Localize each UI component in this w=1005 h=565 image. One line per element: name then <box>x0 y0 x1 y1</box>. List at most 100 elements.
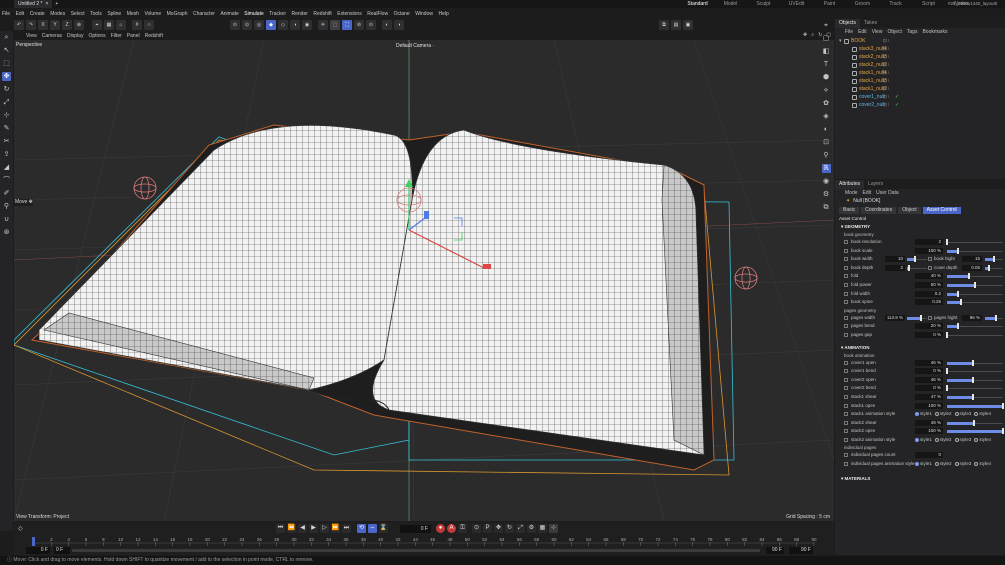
slider-knob[interactable] <box>960 299 962 306</box>
key-scale-icon[interactable]: ⤢ <box>516 524 525 533</box>
param-value[interactable]: 100 % <box>915 247 943 254</box>
camera-label[interactable]: Default Camera · <box>396 43 434 49</box>
coordinate-system-icon[interactable]: ⊕ <box>74 20 84 30</box>
target-icon[interactable]: ⊙ <box>366 20 376 30</box>
key-grid-icon[interactable]: ▦ <box>538 524 547 533</box>
param-slider[interactable] <box>947 242 1003 243</box>
menu-item[interactable]: Modes <box>50 11 65 17</box>
param-slider[interactable] <box>947 404 1003 408</box>
grid-icon[interactable]: # <box>132 20 142 30</box>
layout-tab[interactable]: Model <box>714 0 747 8</box>
axis-y-button[interactable]: Y <box>50 20 60 30</box>
object-row[interactable]: cover2_null ⊡ ⁝ ✓ <box>835 101 1005 109</box>
tab-attributes[interactable]: Attributes <box>835 180 865 189</box>
polygon-mode-icon[interactable]: ◇ <box>278 20 288 30</box>
style-radio[interactable]: style4 <box>974 461 991 466</box>
layout-tab[interactable]: Track <box>879 0 912 8</box>
style-radio[interactable]: style3 <box>954 411 971 416</box>
param-value[interactable]: 2 <box>885 264 905 271</box>
slider-knob[interactable] <box>957 290 960 297</box>
undo-icon[interactable]: ↶ <box>14 20 24 30</box>
param-value[interactable]: 0.05 <box>962 264 982 271</box>
object-name[interactable]: cover2_null <box>859 102 885 108</box>
render-settings-icon[interactable]: ⧉ <box>659 20 669 30</box>
animate-toggle[interactable] <box>844 315 848 320</box>
current-frame-field[interactable]: 0 F <box>400 525 431 533</box>
go-to-start-icon[interactable]: ⏮ <box>276 524 285 533</box>
pan-icon[interactable]: ✥ <box>803 32 807 38</box>
param-value[interactable]: 20 % <box>915 323 943 330</box>
start-frame-field[interactable]: 0 F <box>26 547 50 554</box>
param-value[interactable]: 46 % <box>915 359 943 366</box>
scene-icon[interactable]: ⚙ <box>822 190 831 199</box>
mograph-icon[interactable]: ✿ <box>822 99 831 108</box>
range-icon[interactable]: ⇔ <box>368 524 377 533</box>
key-point-icon[interactable]: ⊹ <box>549 524 558 533</box>
fps-icon[interactable]: ⌛ <box>379 524 388 533</box>
slider-knob[interactable] <box>987 264 990 271</box>
menu-item[interactable]: Help <box>438 11 448 17</box>
menu-item[interactable]: Volume <box>144 11 161 17</box>
viewport-menu-item[interactable]: Redshift <box>145 33 163 39</box>
param-value[interactable]: 0 % <box>915 331 943 338</box>
animate-toggle[interactable] <box>844 240 848 244</box>
object-row[interactable]: cover1_null ⊡ ⁝ ✓ <box>835 93 1005 101</box>
animate-toggle[interactable] <box>844 369 848 374</box>
go-to-end-icon[interactable]: ⏭ <box>342 524 351 533</box>
param-slider[interactable] <box>947 430 1003 434</box>
layout-tab[interactable]: Sculpt <box>747 0 780 8</box>
range-slider[interactable] <box>72 549 760 552</box>
timeline-ruler[interactable]: 0246810121416182022242628303234363840424… <box>24 536 824 546</box>
redshift-icon[interactable]: ℝ <box>821 164 831 173</box>
range-end-field[interactable]: 90 F <box>766 547 784 554</box>
param-value[interactable]: 0.25 <box>915 299 943 306</box>
param-value[interactable]: 50 % <box>915 281 943 288</box>
camera-icon[interactable]: ⊡ <box>822 138 831 147</box>
menu-item[interactable]: Extensions <box>337 11 361 17</box>
animate-toggle[interactable] <box>844 291 848 296</box>
attr-menu-item[interactable]: Mode <box>845 190 858 196</box>
menu-item[interactable]: Animate <box>220 11 238 17</box>
check-icon[interactable]: ✓ <box>895 94 899 100</box>
paint-icon[interactable]: ⚲ <box>2 202 11 211</box>
layout-tab[interactable]: Paint <box>813 0 846 8</box>
param-slider[interactable] <box>947 378 1003 382</box>
animate-toggle[interactable] <box>844 332 848 337</box>
subtab-asset-control[interactable]: Asset Control <box>922 207 961 214</box>
check-icon[interactable]: ✓ <box>895 102 899 108</box>
next-frame-icon[interactable]: ▷ <box>320 524 329 533</box>
slider-knob[interactable] <box>972 393 975 400</box>
param-slider[interactable] <box>947 301 1003 305</box>
subtab-object[interactable]: Object <box>898 207 921 214</box>
menu-item[interactable]: Render <box>292 11 308 17</box>
scale-icon[interactable]: ⤢ <box>2 98 11 107</box>
spline-pen-icon[interactable]: ✎ <box>2 124 11 133</box>
menu-item[interactable]: Tracker <box>269 11 286 17</box>
light-icon[interactable]: ☀ <box>318 20 328 30</box>
animate-toggle[interactable] <box>844 420 848 425</box>
sky-icon[interactable]: ◐ <box>822 125 831 134</box>
knife-icon[interactable]: ✂ <box>2 137 11 146</box>
subtab-coordinates[interactable]: Coordinates <box>861 207 897 214</box>
object-menu-item[interactable]: Object <box>887 29 901 35</box>
texture-mode-icon[interactable]: ◉ <box>302 20 312 30</box>
param-value[interactable]: 48 % <box>915 419 943 426</box>
slider-knob[interactable] <box>957 323 960 330</box>
menu-item[interactable]: Octane <box>394 11 410 17</box>
viewport-menu-item[interactable]: Cameras <box>42 33 62 39</box>
param-value[interactable]: 46 % <box>915 376 943 383</box>
animate-toggle[interactable] <box>928 315 932 320</box>
cube-solid-icon[interactable]: ◧ <box>822 47 831 56</box>
weld-icon[interactable]: ⊛ <box>2 228 11 237</box>
visibility-icon[interactable]: ⊡ ⁝ <box>883 70 889 76</box>
object-row[interactable]: stack1_null2 ⊡ ⁝ <box>835 85 1005 93</box>
render-queue-icon[interactable]: ▣ <box>683 20 693 30</box>
render-icon[interactable]: ◑ <box>394 20 404 30</box>
object-row[interactable]: stack2_null2 ⊡ ⁝ <box>835 61 1005 69</box>
param-slider[interactable] <box>947 371 1003 373</box>
animate-toggle[interactable] <box>844 360 848 365</box>
edge-mode-icon[interactable]: ◎ <box>254 20 264 30</box>
animate-toggle[interactable] <box>844 248 848 253</box>
left-page-stack[interactable] <box>38 125 413 391</box>
play-icon[interactable]: ▶ <box>309 524 318 533</box>
